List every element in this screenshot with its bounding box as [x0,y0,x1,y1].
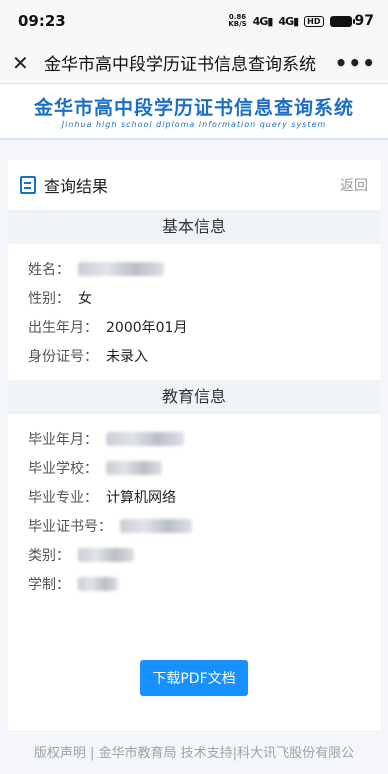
banner-title: 金华市高中段学历证书信息查询系统 [33,97,354,119]
major-value: 计算机网络 [106,489,176,506]
category-label: 类别： [28,547,70,564]
name-row: 姓名： [28,254,360,283]
signal-icon: 4G▮ [252,14,274,28]
id-value: 未录入 [106,348,148,365]
battery-cell [329,15,355,27]
major-label: 毕业专业： [28,489,98,506]
id-row: 身份证号： 未录入 [28,341,360,370]
duration-value-redacted [78,576,118,591]
status-bar: 09:23 0.86 KB/S 4G▮ 4G▮ HD 97 [0,0,388,42]
signal-label: 4G [252,14,269,28]
basic-info-list: 姓名： 性别： 女 出生年月： 2000年01月 身份证号： 未录入 [8,244,380,380]
name-value-redacted [78,261,164,276]
birth-label: 出生年月： [28,319,98,336]
education-info-header: 教育信息 [8,380,380,414]
birth-row: 出生年月： 2000年01月 [28,312,360,341]
school-label: 毕业学校： [28,460,98,477]
cert-no-label: 毕业证书号： [28,518,112,535]
clock: 09:23 [18,12,66,30]
result-card: 查询结果 返回 基本信息 姓名： 性别： 女 出生年月： 2000年01月 身份… [8,160,380,730]
nav-bar: ✕ 金华市高中段学历证书信息查询系统 ••• [0,42,388,84]
grad-date-row: 毕业年月： [28,424,360,453]
cert-no-value-redacted [120,518,192,533]
education-info-list: 毕业年月： 毕业学校： 毕业专业： 计算机网络 毕业证书号： 类别： 学制： [8,414,380,608]
result-header: 查询结果 返回 [8,160,380,210]
document-icon [20,176,36,194]
hd-icon: HD [304,15,324,27]
gender-row: 性别： 女 [28,283,360,312]
cert-no-row: 毕业证书号： [28,511,360,540]
grad-date-label: 毕业年月： [28,431,98,448]
category-value-redacted [78,547,134,562]
battery-level: 97 [354,13,374,29]
gender-value: 女 [78,290,92,307]
network-speed-unit: KB/S [228,20,247,28]
footer-text: 版权声明 | 金华市教育局 技术支持|科大讯飞股份有限公 [33,746,355,761]
battery-icon: 97 [329,13,374,29]
signal-label: 4G [278,14,294,28]
site-banner: 金华市高中段学历证书信息查询系统 Jinhua high school dipl… [0,84,388,140]
status-icons: 0.86 KB/S 4G▮ 4G▮ HD 97 [228,13,374,29]
close-icon[interactable]: ✕ [12,51,38,75]
birth-value: 2000年01月 [106,319,188,336]
page-title: 金华市高中段学历证书信息查询系统 [44,55,316,75]
network-speed: 0.86 KB/S [228,14,246,28]
result-title: 查询结果 [44,177,109,196]
category-row: 类别： [28,540,360,569]
name-label: 姓名： [28,261,70,278]
back-link[interactable]: 返回 [340,175,368,195]
basic-info-header: 基本信息 [8,210,380,244]
id-label: 身份证号： [28,348,98,365]
gender-label: 性别： [28,290,70,307]
duration-row: 学制： [28,569,360,598]
school-value-redacted [106,460,162,475]
school-row: 毕业学校： [28,453,360,482]
more-menu-icon[interactable]: ••• [335,51,376,75]
grad-date-value-redacted [106,431,184,446]
duration-label: 学制： [28,576,70,593]
major-row: 毕业专业： 计算机网络 [28,482,360,511]
banner-subtitle: Jinhua high school diploma information q… [61,120,327,129]
signal-icon: 4G▮ [278,14,299,28]
download-pdf-button[interactable]: 下载PDF文档 [140,660,248,696]
